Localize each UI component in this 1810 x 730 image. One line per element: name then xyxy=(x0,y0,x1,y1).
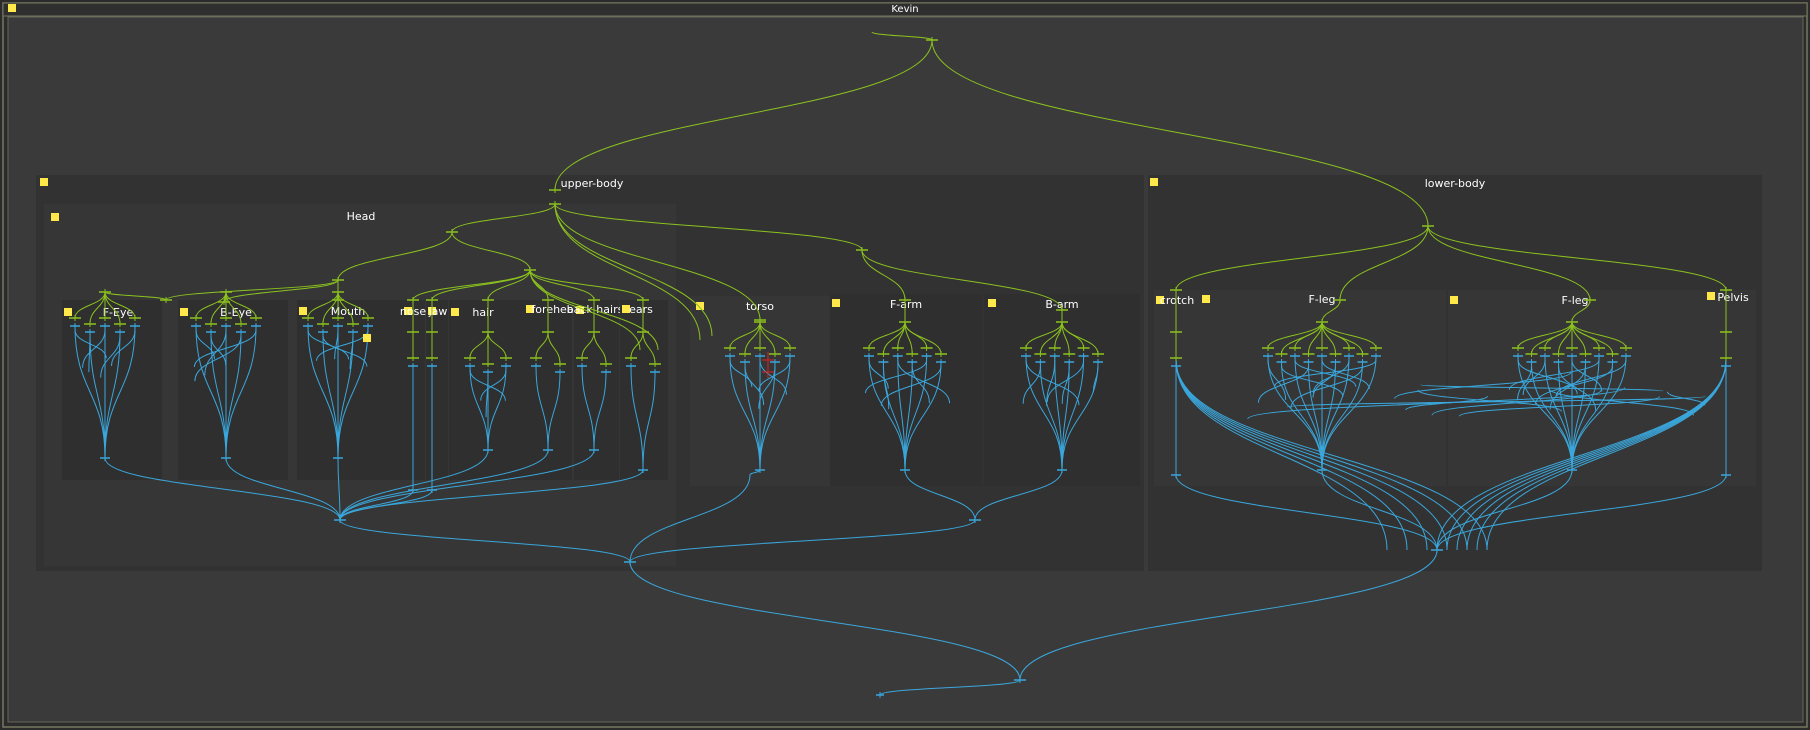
crotch-label: crotch xyxy=(1160,294,1194,307)
upper-body-handle[interactable] xyxy=(40,178,48,186)
window-title: Kevin xyxy=(891,4,918,15)
ears-label: ears xyxy=(629,303,653,316)
hair-label: hair xyxy=(472,306,494,319)
mouth-handle[interactable] xyxy=(299,307,307,315)
lower-body-label: lower-body xyxy=(1425,177,1486,190)
f-eye-group xyxy=(62,300,162,480)
pelvis-handle[interactable] xyxy=(1707,292,1715,300)
head-label: Head xyxy=(347,210,376,223)
pelvis-label: Pelvis xyxy=(1717,291,1749,304)
f-arm-handle[interactable] xyxy=(832,299,840,307)
f-leg-1-label: F-leg xyxy=(1308,293,1335,306)
back-hairs-group xyxy=(574,300,619,480)
jaw-group xyxy=(426,300,448,480)
graph-canvas[interactable]: Kevin upper-body Head F-Eye B-Eye Mouth … xyxy=(0,0,1810,730)
f-leg-1-handle[interactable] xyxy=(1202,295,1210,303)
mouth-group xyxy=(297,300,407,480)
f-eye-label: F-Eye xyxy=(103,306,134,319)
b-eye-group xyxy=(178,300,288,480)
hair-handle[interactable] xyxy=(451,308,459,316)
kevin-group-handle[interactable] xyxy=(8,4,16,12)
pelvis-group xyxy=(1706,290,1756,486)
jaw-label: jaw xyxy=(428,305,448,318)
f-leg-2-handle[interactable] xyxy=(1450,296,1458,304)
b-eye-handle[interactable] xyxy=(180,308,188,316)
hair-group xyxy=(449,300,529,480)
upper-body-label: upper-body xyxy=(561,177,624,190)
head-handle[interactable] xyxy=(51,213,59,221)
f-eye-handle[interactable] xyxy=(64,308,72,316)
b-arm-handle[interactable] xyxy=(988,299,996,307)
torso-handle[interactable] xyxy=(696,302,704,310)
lower-body-handle[interactable] xyxy=(1150,178,1158,186)
torso-label: torso xyxy=(746,300,774,313)
mouth-sub-handle[interactable] xyxy=(363,334,371,342)
node-graph-editor[interactable]: Kevin upper-body Head F-Eye B-Eye Mouth … xyxy=(0,0,1810,730)
